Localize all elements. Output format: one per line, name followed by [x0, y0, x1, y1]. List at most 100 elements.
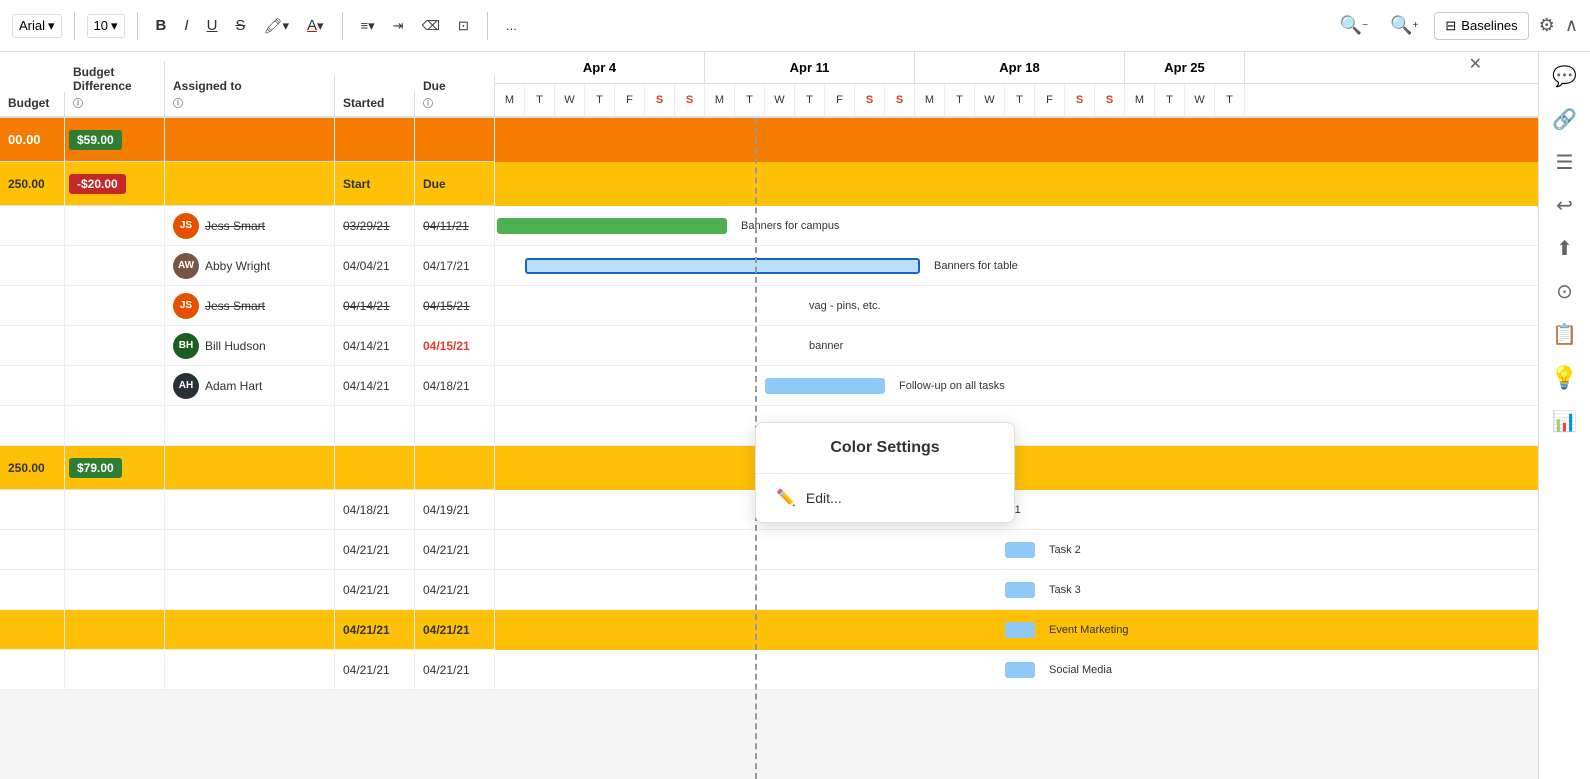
bulb-icon[interactable]: 💡: [1551, 365, 1578, 391]
budget-value-2: 250.00: [8, 177, 45, 191]
due-cell-11: 04/21/21: [415, 570, 495, 609]
list-icon[interactable]: ☰: [1556, 150, 1574, 175]
italic-button[interactable]: I: [178, 13, 194, 38]
chat-icon[interactable]: 💬: [1552, 64, 1577, 89]
col-header-started: Started: [335, 92, 415, 116]
started-cell-3: 03/29/21: [335, 206, 415, 245]
baselines-label: Baselines: [1461, 18, 1517, 33]
context-menu-color-settings[interactable]: Color Settings: [756, 423, 1014, 474]
zoom-in-button[interactable]: 🔍+: [1384, 11, 1424, 40]
started-cell-1: [335, 118, 415, 161]
due-cell-9: 04/19/21: [415, 490, 495, 529]
due-cell-5: 04/15/21: [415, 286, 495, 325]
table-row: 00.00 $59.00: [0, 118, 1538, 162]
font-size-selector[interactable]: 10 ▾: [87, 14, 125, 38]
gantt-label-4: Banners for table: [934, 260, 1018, 272]
due-cell-3: 04/11/21: [415, 206, 495, 245]
due-cell-12: 04/21/21: [415, 610, 495, 649]
grid-area: Budget BudgetDifference ⓘ Assigned to ⓘ …: [0, 52, 1538, 779]
day-t3: T: [735, 84, 765, 116]
text-color-button[interactable]: A ▾: [301, 13, 330, 38]
table-row: AW Abby Wright 04/04/21 04/17/21 Banners…: [0, 246, 1538, 286]
gantt-header: Apr 4 Apr 11 Apr 18 Apr 25 M T W T F S S…: [495, 52, 1538, 116]
day-t6: T: [1005, 84, 1035, 116]
gantt-day-row: M T W T F S S M T W T F S S M: [495, 84, 1538, 116]
gantt-bar-10: [1005, 542, 1035, 558]
budget-cell-5: [0, 286, 65, 325]
settings-icon[interactable]: ⚙: [1539, 15, 1555, 36]
gantt-week-apr18: Apr 18: [915, 52, 1125, 83]
zoom-out-button[interactable]: 🔍−: [1334, 11, 1374, 40]
main-area: Budget BudgetDifference ⓘ Assigned to ⓘ …: [0, 52, 1590, 779]
edit-pencil-icon: ✏️: [776, 488, 796, 508]
eraser-icon: ⌫: [422, 18, 440, 34]
activity-icon[interactable]: ⊙: [1556, 279, 1573, 304]
history-icon[interactable]: ↩: [1556, 193, 1573, 218]
day-m1: M: [495, 84, 525, 116]
gantt-week-apr25: Apr 25: [1125, 52, 1245, 83]
due-cell-2: Due: [415, 162, 495, 205]
header-row: Budget BudgetDifference ⓘ Assigned to ⓘ …: [0, 52, 1538, 118]
underline-button[interactable]: U: [201, 13, 224, 38]
budget-diff-cell-1: $59.00: [65, 118, 165, 161]
day-m3: M: [915, 84, 945, 116]
more-button[interactable]: ...: [500, 14, 523, 37]
due-cell-1: [415, 118, 495, 161]
day-t4: T: [795, 84, 825, 116]
clipboard-icon[interactable]: 📋: [1552, 322, 1577, 347]
collapse-icon[interactable]: ∧: [1565, 15, 1578, 36]
day-t7: T: [1155, 84, 1185, 116]
budget-diff-value-1: $59.00: [69, 130, 122, 150]
gantt-label-7: Follow-up on all tasks: [899, 380, 1005, 392]
gantt-bar-row-1: [495, 118, 1538, 162]
avatar-ah: AH: [173, 373, 199, 399]
align-button[interactable]: ≡ ▾: [355, 14, 381, 38]
gantt-week-apr11: Apr 11: [705, 52, 915, 83]
gantt-label-5: vag - pins, etc.: [809, 300, 881, 312]
format-button[interactable]: ⊡: [452, 14, 475, 38]
table-row: AH Adam Hart 04/14/21 04/18/21 Follow-up…: [0, 366, 1538, 406]
indent-button[interactable]: ⇥: [387, 14, 410, 38]
due-cell-13: 04/21/21: [415, 650, 495, 689]
budget-cell-3: [0, 206, 65, 245]
gantt-bar-13: [1005, 662, 1035, 678]
eraser-button[interactable]: ⌫: [416, 14, 446, 38]
started-cell-10: 04/21/21: [335, 530, 415, 569]
gantt-close-icon[interactable]: ✕: [1469, 54, 1482, 74]
started-cell-5: 04/14/21: [335, 286, 415, 325]
day-s2: S: [675, 84, 705, 116]
link-icon[interactable]: 🔗: [1552, 107, 1577, 132]
gantt-bar-row-7: Follow-up on all tasks: [495, 366, 1538, 406]
gantt-bar-11: [1005, 582, 1035, 598]
font-family-selector[interactable]: Arial ▾: [12, 14, 62, 38]
day-m4: M: [1125, 84, 1155, 116]
highlight-icon: 🖍: [263, 17, 282, 35]
day-t8: T: [1215, 84, 1245, 116]
gantt-bar-row-8: [495, 446, 1538, 490]
highlight-color-button[interactable]: 🖍 ▾: [257, 13, 295, 39]
budget-diff-cell-4: [65, 246, 165, 285]
baselines-icon: ⊟: [1445, 18, 1456, 34]
day-s4: S: [885, 84, 915, 116]
assigned-cell-3: JS Jess Smart: [165, 206, 335, 245]
budget-value-8: 250.00: [8, 461, 45, 475]
data-rows: 00.00 $59.00 250.00 -$20.00: [0, 118, 1538, 690]
chart-icon[interactable]: 📊: [1552, 409, 1577, 434]
upload-icon[interactable]: ⬆: [1556, 236, 1573, 261]
strikethrough-button[interactable]: S: [229, 13, 251, 38]
gantt-bar-row-10: Task 2: [495, 530, 1538, 570]
indent-icon: ⇥: [393, 18, 404, 34]
started-cell-13: 04/21/21: [335, 650, 415, 689]
bold-button[interactable]: B: [150, 13, 173, 38]
gantt-bar-row-12: Event Marketing: [495, 610, 1538, 650]
started-cell-11: 04/21/21: [335, 570, 415, 609]
due-cell-6: 04/15/21: [415, 326, 495, 365]
budget-cell-8: 250.00: [0, 446, 65, 489]
baselines-button[interactable]: ⊟ Baselines: [1434, 12, 1528, 40]
toolbar-right: 🔍− 🔍+ ⊟ Baselines ⚙ ∧: [1334, 11, 1578, 40]
context-menu-edit[interactable]: ✏️ Edit...: [756, 474, 1014, 522]
avatar-js2: JS: [173, 293, 199, 319]
table-row: JS Jess Smart 04/14/21 04/15/21 vag - pi…: [0, 286, 1538, 326]
edit-label: Edit...: [806, 490, 842, 506]
gantt-bar-row-6: banner: [495, 326, 1538, 366]
